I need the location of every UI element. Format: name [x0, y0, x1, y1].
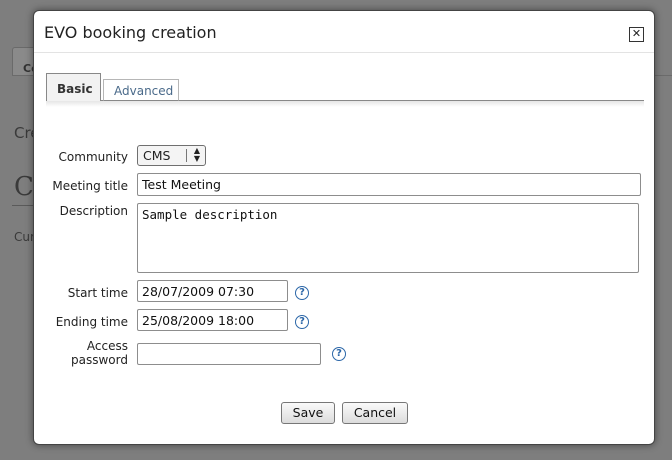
- background-heading: C: [14, 172, 34, 202]
- description-label: Description: [59, 204, 128, 218]
- tab-basic[interactable]: Basic: [46, 73, 101, 101]
- cancel-button[interactable]: Cancel: [342, 402, 408, 424]
- tab-advanced[interactable]: Advanced: [103, 79, 179, 101]
- dialog-title: EVO booking creation: [44, 23, 217, 42]
- description-textarea[interactable]: Sample description: [137, 203, 639, 273]
- tab-divider: [46, 101, 644, 107]
- booking-dialog: EVO booking creation ✕ Basic Advanced Co…: [33, 10, 655, 445]
- meeting-title-input[interactable]: Test Meeting: [137, 173, 641, 196]
- help-icon[interactable]: ?: [295, 286, 309, 300]
- community-label: Community: [58, 150, 128, 164]
- start-time-input[interactable]: 28/07/2009 07:30: [137, 280, 288, 302]
- background-text: Cur: [14, 230, 35, 244]
- access-password-label-line2: password: [71, 353, 128, 367]
- community-select[interactable]: CMS ▲ ▼: [137, 145, 206, 166]
- updown-arrows-icon: ▲ ▼: [193, 146, 200, 163]
- access-password-input[interactable]: [137, 343, 321, 365]
- tab-bar: Basic Advanced: [46, 73, 644, 101]
- select-separator: [186, 149, 187, 162]
- close-icon[interactable]: ✕: [629, 27, 644, 42]
- save-button[interactable]: Save: [281, 402, 335, 424]
- access-password-label-line1: Access: [86, 339, 128, 353]
- help-icon[interactable]: ?: [295, 315, 309, 329]
- dialog-header: EVO booking creation ✕: [34, 11, 654, 53]
- community-select-value: CMS: [143, 148, 171, 163]
- help-icon[interactable]: ?: [332, 347, 346, 361]
- meeting-title-label: Meeting title: [52, 179, 128, 193]
- access-password-label: Access password: [34, 339, 128, 367]
- ending-time-label: Ending time: [55, 315, 128, 329]
- ending-time-input[interactable]: 25/08/2009 18:00: [137, 309, 288, 331]
- start-time-label: Start time: [67, 286, 128, 300]
